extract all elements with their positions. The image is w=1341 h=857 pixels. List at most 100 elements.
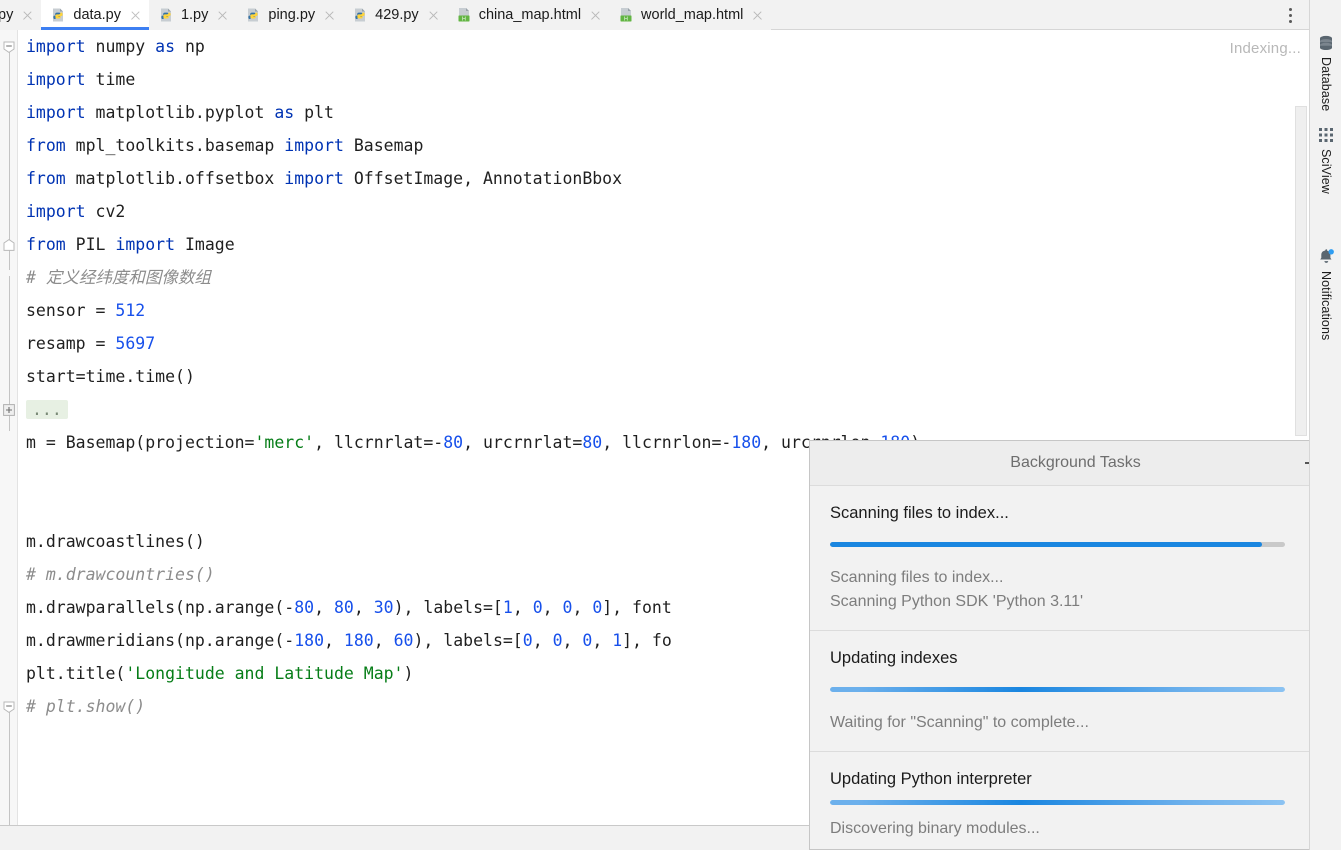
fold-region-line [8,702,10,826]
editor-gutter[interactable] [0,30,18,826]
close-icon[interactable] [751,9,764,22]
code-line: from PIL import Image [26,228,920,261]
code-token: 80 [582,433,603,452]
fold-toggle-collapse-minus[interactable] [3,41,15,53]
code-token: , [562,631,583,650]
editor-tab-bar: t.py data.py 1.py ping.py 429.py Hchina_map.h… [0,0,1309,30]
code-token: import [284,136,344,155]
task-subtitle-line: Scanning files to index... [830,569,1004,586]
pycharm-window: t.py data.py 1.py ping.py 429.py Hchina_map.h… [0,0,1341,850]
code-line: # m.drawcountries() [26,558,920,591]
code-token: 180 [343,631,374,650]
code-token: 定义经纬度和图像数组 [45,268,211,287]
code-token: 30 [373,598,394,617]
sidebar-item-sciview-label: SciView [1319,149,1333,194]
code-token: 512 [115,301,146,320]
code-token: 180 [731,433,762,452]
kebab-menu-icon[interactable] [1279,0,1301,30]
task-progress-row [830,800,1323,805]
code-token: ], font [602,598,672,617]
code-token: 1 [502,598,513,617]
python-file-icon [245,7,261,23]
code-token: import [284,169,344,188]
code-token: , [373,631,394,650]
code-token: from [26,136,66,155]
code-token: ... [26,400,68,419]
html-file-icon: H [618,7,634,23]
code-token: , [532,631,553,650]
task-title: Updating Python interpreter [830,770,1032,788]
editor-tab-data-py[interactable]: data.py [41,0,149,30]
grid-icon [1317,126,1335,144]
code-line: from mpl_toolkits.basemap import Basemap [26,129,920,162]
code-token: 60 [393,631,414,650]
code-token: matplotlib.offsetbox [65,169,285,188]
close-icon[interactable] [21,9,34,22]
code-line: plt.title('Longitude and Latitude Map') [26,657,920,690]
code-token: import [26,70,86,89]
source-code[interactable]: import numpy as np import time import matp… [26,30,920,723]
code-token: 80 [294,598,315,617]
sidebar-item-sciview[interactable]: SciView [1310,126,1341,194]
editor-tab-t-py[interactable]: t.py [0,0,42,30]
code-line: m.drawcoastlines() [26,525,920,558]
progress-bar-fill [830,800,1285,805]
code-token: , [314,598,334,617]
svg-text:H: H [624,16,628,22]
code-token: # m.drawcountries() [26,565,215,584]
sidebar-item-notifications[interactable]: Notifications [1310,248,1341,340]
editor-tab-1-py[interactable]: 1.py [148,0,237,30]
editor-vertical-scrollbar[interactable] [1295,106,1307,436]
editor-tab-429-py[interactable]: 429.py [343,0,447,30]
close-icon[interactable] [323,9,336,22]
code-token: , llcrnrlat=- [314,433,444,452]
code-token: 1 [612,631,623,650]
close-icon[interactable] [427,9,440,22]
code-token: 80 [333,598,354,617]
code-token: 0 [592,598,603,617]
code-line: import numpy as np [26,30,920,63]
code-token: , llcrnrlon=- [602,433,732,452]
close-icon[interactable] [216,9,229,22]
background-task-item: Scanning files to index... Scanning files… [810,486,1341,631]
editor-tab-ping-py[interactable]: ping.py [236,0,344,30]
sidebar-item-notifications-label: Notifications [1319,271,1333,341]
code-token: time [85,70,136,89]
background-tasks-header: Background Tasks [810,441,1341,486]
code-token: m.drawmeridians(np.arange(- [26,631,295,650]
code-line: import cv2 [26,195,920,228]
progress-bar [830,800,1285,805]
editor-tab-china-map-html[interactable]: Hchina_map.html [446,0,610,30]
progress-bar [830,686,1285,692]
tab-list: t.py data.py 1.py ping.py 429.py Hchina_map.h… [0,0,1309,30]
code-token: start=time.time() [26,367,195,386]
code-token: from [26,235,66,254]
editor-tab-world-map-html[interactable]: Hworld_map.html [609,0,772,30]
progress-bar-fill [830,541,1263,547]
database-icon [1317,34,1335,52]
fold-toggle-collapse-minus[interactable] [3,701,15,713]
close-icon[interactable] [589,9,602,22]
code-token: mpl_toolkits.basemap [65,136,285,155]
tab-label: 429.py [375,6,419,23]
code-line: m.drawparallels(np.arange(-80, 80, 30), … [26,591,920,624]
code-line: resamp = 5697 [26,327,920,360]
code-token: 80 [443,433,464,452]
background-task-list: Scanning files to index... Scanning files… [810,486,1341,857]
svg-text:H: H [462,16,466,22]
fold-toggle-expand-plus[interactable] [3,404,15,416]
code-token: , [592,631,613,650]
sidebar-item-database[interactable]: Database [1310,34,1341,111]
code-line: import matplotlib.pyplot as plt [26,96,920,129]
code-token: import [115,235,176,254]
code-token: PIL [65,235,116,254]
code-token: 0 [532,598,543,617]
close-icon[interactable] [129,9,142,22]
tab-label: 1.py [180,6,209,23]
code-token: , [353,598,374,617]
code-token: 0 [522,631,533,650]
code-token: ), labels=[ [393,598,503,617]
fold-toggle-collapse-house[interactable] [3,239,15,251]
background-tasks-panel: Background Tasks Scanning files to index… [809,440,1341,850]
